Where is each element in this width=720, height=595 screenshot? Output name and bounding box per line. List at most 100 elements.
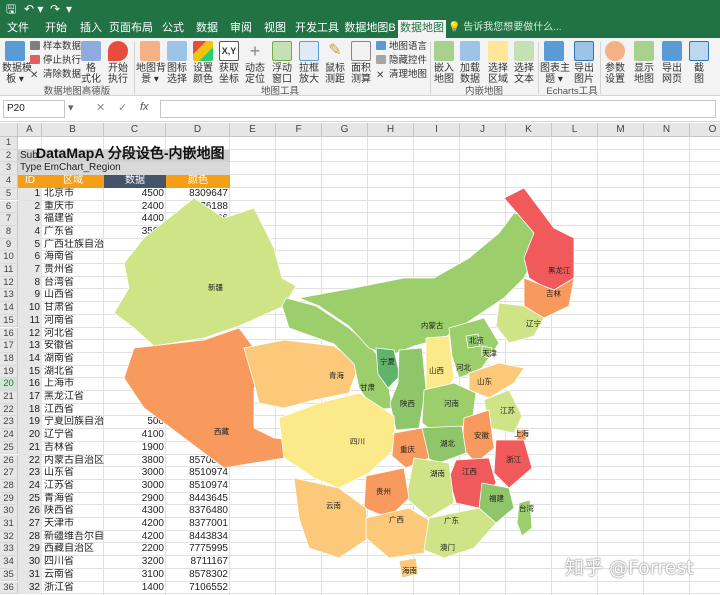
customize-icon[interactable]: ▾ bbox=[66, 1, 72, 17]
cell-id[interactable]: 14 bbox=[18, 352, 42, 366]
tab-data[interactable]: 数据 bbox=[192, 18, 222, 38]
tab-page-layout[interactable]: 页面布局 bbox=[108, 18, 154, 38]
cell-region[interactable]: 陕西省 bbox=[42, 505, 104, 518]
tab-home[interactable]: 开始 bbox=[38, 18, 74, 38]
select-all-corner[interactable] bbox=[0, 123, 18, 137]
row-header[interactable]: 22 bbox=[0, 403, 18, 417]
cell-id[interactable]: 24 bbox=[18, 479, 42, 493]
select-region-button[interactable]: 选择 区域 bbox=[486, 41, 510, 85]
row-header[interactable]: 10 bbox=[0, 251, 18, 264]
column-header[interactable]: L bbox=[552, 123, 598, 137]
cell-id[interactable]: 29 bbox=[18, 543, 42, 557]
cell-id[interactable]: 21 bbox=[18, 441, 42, 455]
column-header[interactable]: O bbox=[690, 123, 720, 137]
cell-region[interactable]: 内蒙古自治区 bbox=[42, 455, 104, 468]
row-header[interactable]: 17 bbox=[0, 340, 18, 353]
row-header[interactable]: 1 bbox=[0, 137, 18, 150]
cancel-icon[interactable]: ✕ bbox=[96, 101, 105, 114]
cell-region[interactable]: 辽宁省 bbox=[42, 429, 104, 442]
region-hunan[interactable] bbox=[405, 457, 455, 519]
embedded-china-map[interactable]: 新疆 西藏 青海 甘肃 宁夏 内蒙古 黑龙江 吉林 辽宁 北京 天津 河北 山西… bbox=[104, 178, 574, 583]
cell-id[interactable]: 20 bbox=[18, 429, 42, 442]
region-xinjiang[interactable] bbox=[113, 197, 297, 347]
cell-id[interactable]: 25 bbox=[18, 492, 42, 506]
name-box-dropdown-icon[interactable]: ▾ bbox=[68, 101, 74, 114]
tell-me-search[interactable]: 💡 告诉我您想要做什么... bbox=[448, 18, 562, 38]
row-header[interactable]: 20 bbox=[0, 378, 18, 391]
cell-region[interactable]: 河北省 bbox=[42, 328, 104, 341]
cell-id[interactable]: 18 bbox=[18, 403, 42, 417]
cell-region[interactable]: 贵州省 bbox=[42, 264, 104, 277]
row-header[interactable]: 8 bbox=[0, 225, 18, 239]
cell-region[interactable]: 海南省 bbox=[42, 251, 104, 264]
cell-id[interactable]: 3 bbox=[18, 213, 42, 226]
cell-id[interactable]: 4 bbox=[18, 225, 42, 239]
cell-region[interactable]: 青海省 bbox=[42, 493, 104, 506]
float-window-button[interactable]: 浮动 窗口 bbox=[270, 41, 294, 85]
tab-review[interactable]: 审阅 bbox=[226, 18, 256, 38]
map-bg-button[interactable]: 地图背 景 ▾ bbox=[136, 41, 166, 85]
row-header[interactable]: 21 bbox=[0, 391, 18, 404]
row-header[interactable]: 9 bbox=[0, 238, 18, 252]
region-guangdong[interactable] bbox=[423, 507, 497, 559]
cell-region[interactable]: 上海市 bbox=[42, 378, 104, 391]
column-header[interactable]: I bbox=[414, 123, 460, 137]
cell-id[interactable]: 8 bbox=[18, 276, 42, 290]
cell-region[interactable]: 台湾省 bbox=[42, 277, 104, 290]
fx-icon[interactable]: fx bbox=[140, 101, 149, 113]
cell-id[interactable]: 13 bbox=[18, 340, 42, 353]
tab-datamap-b[interactable]: 数据地图B bbox=[342, 18, 398, 38]
cell-region[interactable]: 江苏省 bbox=[42, 480, 104, 493]
row-header[interactable]: 16 bbox=[0, 327, 18, 341]
template-button[interactable]: 数据模 板 ▾ bbox=[2, 41, 32, 85]
row-header[interactable]: 31 bbox=[0, 518, 18, 531]
zoom-button[interactable]: 拉框 放大 bbox=[298, 41, 320, 85]
export-web-button[interactable]: 导出 网页 bbox=[660, 41, 684, 85]
tab-view[interactable]: 视图 bbox=[260, 18, 290, 38]
cell-color[interactable]: 7106552 bbox=[166, 582, 230, 595]
cell-region[interactable]: 福建省 bbox=[42, 213, 104, 226]
tab-formulas[interactable]: 公式 bbox=[158, 18, 188, 38]
show-map-button[interactable]: 显示 地图 bbox=[632, 41, 656, 85]
cell-region[interactable]: 重庆市 bbox=[42, 201, 104, 214]
cell-region[interactable]: 北京市 bbox=[42, 188, 104, 201]
row-header[interactable]: 2 bbox=[0, 149, 18, 163]
row-header[interactable]: 18 bbox=[0, 352, 18, 366]
cell-id[interactable]: 31 bbox=[18, 568, 42, 582]
type-label-cell[interactable]: Type bbox=[18, 162, 42, 176]
cell-region[interactable]: 江西省 bbox=[42, 404, 104, 417]
cell-id[interactable]: 26 bbox=[18, 505, 42, 518]
region-zhejiang[interactable] bbox=[493, 439, 533, 489]
row-header[interactable]: 15 bbox=[0, 314, 18, 328]
row-header[interactable]: 27 bbox=[0, 467, 18, 480]
column-header[interactable]: A bbox=[18, 123, 42, 137]
tab-developer[interactable]: 开发工具 bbox=[294, 18, 340, 38]
enter-icon[interactable]: ✓ bbox=[118, 101, 127, 114]
cell-id[interactable]: 16 bbox=[18, 378, 42, 391]
save-icon[interactable]: 🖫 bbox=[6, 1, 16, 17]
cell-id[interactable]: 7 bbox=[18, 264, 42, 277]
cell-id[interactable]: 17 bbox=[18, 391, 42, 404]
cell-region[interactable]: 黑龙江省 bbox=[42, 391, 104, 404]
cell-id[interactable]: 9 bbox=[18, 289, 42, 303]
cell-region[interactable]: 山东省 bbox=[42, 467, 104, 480]
hide-ctrl-button[interactable]: 隐藏控件 bbox=[376, 54, 427, 67]
cell-id[interactable]: 27 bbox=[18, 518, 42, 531]
cell-id[interactable]: 5 bbox=[18, 238, 42, 252]
sample-data-button[interactable]: 样本数据 bbox=[30, 40, 81, 53]
cell-region[interactable]: 云南省 bbox=[42, 569, 104, 582]
row-header[interactable]: 13 bbox=[0, 289, 18, 303]
clear-data-button[interactable]: ✕ 清除数据 bbox=[30, 68, 81, 81]
formula-input[interactable] bbox=[160, 100, 716, 118]
row-header[interactable]: 12 bbox=[0, 276, 18, 290]
row-header[interactable]: 26 bbox=[0, 454, 18, 468]
load-data-button[interactable]: 加载 数据 bbox=[458, 41, 482, 85]
column-header[interactable]: C bbox=[104, 123, 166, 137]
row-header[interactable]: 32 bbox=[0, 530, 18, 544]
row-header[interactable]: 4 bbox=[0, 175, 18, 188]
row-header[interactable]: 29 bbox=[0, 492, 18, 506]
row-header[interactable]: 34 bbox=[0, 556, 18, 569]
dyn-locate-button[interactable]: + 动态 定位 bbox=[244, 41, 266, 85]
cell-region[interactable]: 西藏自治区 bbox=[42, 543, 104, 556]
map-lang-button[interactable]: 地图语言 bbox=[376, 40, 427, 53]
